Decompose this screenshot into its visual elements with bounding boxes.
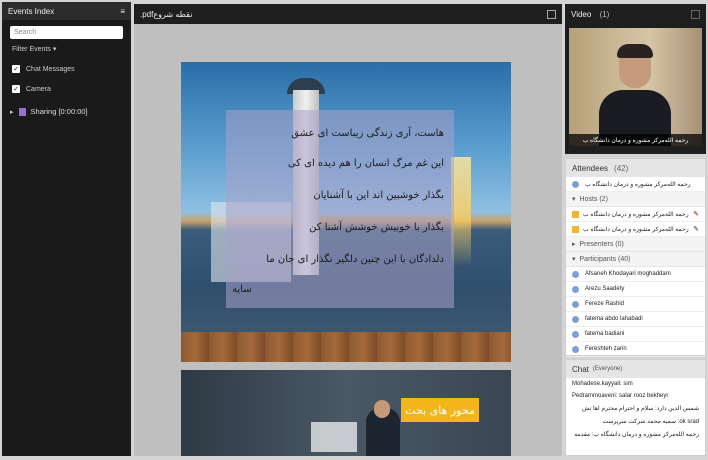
participant-row[interactable]: fatema badiani [566, 327, 705, 342]
chevron-down-icon: ▾ [52, 46, 57, 53]
poem-line: بگذار با خوبیش خوشش آشنا کن [309, 222, 444, 233]
checkbox-checked-icon: ✓ [12, 85, 20, 93]
presenter-head-image [374, 400, 390, 418]
microphone-icon: ✎ [693, 226, 699, 233]
user-icon [572, 285, 579, 293]
presentation-area: .pdfنقطه شروع هاست، آری زندگی زیباست ای … [134, 4, 562, 456]
attendees-title: Attendees [572, 163, 609, 173]
host-name: رحمه الله‌مرکز مشوره و درمان دانشگاه ب [583, 226, 689, 233]
chat-header: Chat (Everyone) [566, 360, 705, 378]
expand-icon[interactable] [547, 9, 556, 19]
user-icon [572, 270, 579, 278]
participant-name: Fereshteh zarin [585, 346, 627, 352]
chat-message: Mohadese.kayyali: sim [572, 381, 633, 387]
user-icon [572, 300, 579, 308]
participant-name: fatema abdo lahabadi [585, 316, 643, 322]
participants-section[interactable]: ▾ Participants (40) [566, 252, 705, 267]
slide-topic-label: محور های بحث [401, 398, 479, 422]
host-row[interactable]: رحمه الله‌مرکز مشوره و درمان دانشگاه ب ✎ [566, 222, 705, 237]
chat-messages-label: Chat Messages [26, 65, 75, 73]
participants-label: Participants (40) [579, 255, 631, 263]
chat-messages-checkbox[interactable]: ✓ Chat Messages [12, 59, 121, 79]
host-row[interactable]: رحمه الله‌مرکز مشوره و درمان دانشگاه ب ✎ [566, 207, 705, 222]
chart-board-image [311, 422, 357, 452]
webcam-feed: رحمه الله‌مرکز مشوره و درمان دانشگاه ب [569, 28, 702, 146]
events-index-header: Events Index ≡ [2, 2, 131, 20]
poem-textbox: هاست، آری زندگی زیباست ای عشق این غم مرگ… [226, 110, 454, 308]
host-badge-icon [572, 225, 579, 233]
chat-message: رحمه الله‌مرکز مشوره و درمان دانشگاه ب: … [574, 432, 699, 438]
chevron-down-icon: ▾ [572, 256, 576, 263]
user-icon [572, 345, 579, 353]
participant-row[interactable]: fatema abdo lahabadi [566, 312, 705, 327]
poem-line: دلدادگان با این چنین دلگیر نگذار ای جان … [266, 254, 444, 265]
attendees-count: (42) [614, 163, 629, 173]
sharing-icon [18, 107, 26, 116]
checkbox-checked-icon: ✓ [12, 65, 20, 73]
expand-icon[interactable] [691, 9, 700, 19]
attendees-header: Attendees (42) [566, 159, 705, 177]
events-index-panel: Events Index ≡ Search Filter Events ▾ ✓ … [2, 2, 131, 456]
chevron-right-icon: ▸ [10, 108, 14, 116]
poem-line: این غم مرگ انسان را هم دیده ای کی [287, 158, 444, 169]
participant-row[interactable]: Afsaneh Khodayari moghaddam [566, 267, 705, 282]
hosts-section[interactable]: ▾ Hosts (2) [566, 192, 705, 207]
video-title: Video [571, 9, 592, 19]
user-icon [572, 180, 579, 188]
presenters-label: Presenters (0) [579, 240, 624, 248]
chat-title: Chat [572, 364, 589, 374]
user-icon [572, 315, 579, 323]
participant-row[interactable]: Fereze Rashid [566, 297, 705, 312]
participant-name: Fereze Rashid [585, 301, 625, 307]
search-input[interactable]: Search [10, 26, 123, 39]
filter-events-label: Filter Events [12, 46, 51, 53]
host-name: رحمه الله‌مرکز مشوره و درمان دانشگاه ب [583, 211, 689, 218]
chevron-down-icon: ▾ [572, 196, 576, 203]
user-icon [572, 330, 579, 338]
participant-name: Arezu Saadety [585, 286, 625, 292]
sharing-event-item[interactable]: ▸ Sharing [0:00:00] [10, 107, 123, 116]
chat-message: شمس الدین دارد: سلام و احترام محترم اها … [582, 406, 699, 412]
participant-name: Afsaneh Khodayari moghaddam [585, 271, 671, 277]
filter-events-dropdown[interactable]: Filter Events ▾ [12, 45, 121, 53]
poem-author: سایه [232, 284, 252, 295]
video-caption: رحمه الله‌مرکز مشوره و درمان دانشگاه ب [569, 134, 702, 146]
host-badge-icon [572, 210, 579, 218]
video-panel: Video (1) رحمه الله‌مرکز مشوره و درمان د… [565, 4, 706, 154]
attendee-self[interactable]: رحمه الله‌مرکز مشوره و درمان دانشگاه ب [566, 177, 705, 192]
poem-line: هاست، آری زندگی زیباست ای عشق [291, 128, 444, 139]
camera-label: Camera [26, 85, 51, 93]
participant-name: fatema badiani [585, 331, 625, 337]
chat-scope: (Everyone) [592, 366, 623, 372]
chat-message: ok srad: سمیه محمد شرکت سرپرست [602, 419, 699, 425]
attendee-name: رحمه الله‌مرکز مشوره و درمان دانشگاه ب [585, 181, 691, 188]
presentation-title: .pdfنقطه شروع [140, 9, 193, 19]
chat-message: Pedrammoaveni: salar rooz bekheyr [572, 393, 669, 399]
participant-row[interactable]: Arezu Saadety [566, 282, 705, 297]
slide-1: هاست، آری زندگی زیباست ای عشق این غم مرگ… [181, 62, 511, 362]
hosts-label: Hosts (2) [579, 195, 608, 203]
wood-floor [181, 332, 511, 362]
video-count: (1) [599, 9, 610, 19]
poem-line: بگذار خوشبین اند این با آشنایان [313, 190, 444, 201]
speaker-hair [617, 44, 653, 58]
video-header: Video (1) [565, 4, 706, 24]
microphone-icon: ✎ [693, 211, 699, 218]
chat-panel: Chat (Everyone) Mohadese.kayyali: sim Pe… [565, 359, 706, 456]
presentation-header: .pdfنقطه شروع [134, 4, 562, 24]
camera-checkbox[interactable]: ✓ Camera [12, 79, 121, 99]
events-index-title: Events Index [8, 6, 55, 16]
participant-row[interactable]: Fereshteh zarin [566, 342, 705, 357]
presenters-section[interactable]: ▸ Presenters (0) [566, 237, 705, 252]
right-column: Video (1) رحمه الله‌مرکز مشوره و درمان د… [565, 4, 706, 456]
menu-icon[interactable]: ≡ [120, 7, 125, 16]
chevron-right-icon: ▸ [572, 241, 576, 248]
sun-reflection [451, 157, 471, 267]
attendees-panel: Attendees (42) رحمه الله‌مرکز مشوره و در… [565, 158, 706, 357]
sharing-label: Sharing [0:00:00] [30, 107, 88, 116]
slide-2: محور های بحث [181, 370, 511, 456]
